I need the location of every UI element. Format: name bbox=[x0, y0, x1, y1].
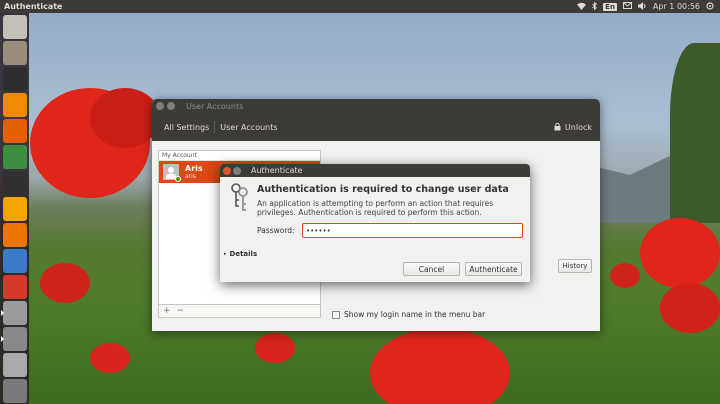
poppy-flower bbox=[255, 333, 295, 363]
volume-icon[interactable] bbox=[637, 1, 647, 12]
password-field[interactable] bbox=[302, 223, 523, 238]
show-login-name-option[interactable]: Show my login name in the menu bar bbox=[332, 310, 485, 319]
unlock-label: Unlock bbox=[564, 122, 592, 132]
blender-icon[interactable] bbox=[2, 223, 27, 247]
poppy-flower bbox=[40, 263, 90, 303]
tree-shape bbox=[670, 43, 720, 223]
poppy-flower bbox=[90, 88, 160, 148]
dash-home-icon[interactable] bbox=[2, 15, 27, 39]
audacity-icon[interactable] bbox=[2, 197, 27, 221]
window-title: User Accounts bbox=[186, 101, 244, 111]
breadcrumb-user-accounts: User Accounts bbox=[220, 122, 278, 132]
system-tray: En Apr 1 00:56 bbox=[577, 1, 720, 12]
trash-icon[interactable] bbox=[2, 379, 27, 403]
avatar bbox=[163, 164, 181, 182]
active-app-title: Authenticate bbox=[4, 2, 63, 11]
online-status-dot bbox=[175, 176, 181, 182]
keys-icon bbox=[228, 182, 250, 212]
firefox-icon[interactable] bbox=[2, 119, 27, 143]
unlock-button[interactable]: Unlock bbox=[554, 122, 592, 133]
files-icon[interactable] bbox=[2, 41, 27, 65]
add-user-button[interactable]: + bbox=[163, 306, 171, 316]
drive-icon[interactable] bbox=[2, 353, 27, 377]
list-controls: + − bbox=[158, 305, 321, 318]
user-name: Aris bbox=[185, 164, 203, 173]
remove-user-button[interactable]: − bbox=[177, 306, 185, 316]
details-label: Details bbox=[229, 250, 258, 258]
expander-arrow-icon: ▸ bbox=[224, 251, 227, 257]
password-label: Password: bbox=[257, 226, 295, 235]
toolbar-separator bbox=[214, 121, 216, 133]
terminal-icon[interactable] bbox=[2, 67, 27, 91]
poppy-flower bbox=[610, 263, 640, 288]
close-icon[interactable] bbox=[223, 166, 231, 175]
system-settings-icon[interactable] bbox=[2, 275, 27, 299]
list-header: My Account bbox=[159, 151, 320, 161]
window-toolbar: All Settings User Accounts Unlock bbox=[152, 113, 600, 141]
poppy-flower bbox=[640, 218, 720, 288]
all-settings-button[interactable]: All Settings bbox=[160, 123, 213, 132]
power-gear-icon[interactable] bbox=[706, 1, 714, 12]
lock-icon bbox=[554, 122, 561, 133]
authenticate-button[interactable]: Authenticate bbox=[465, 262, 522, 276]
authenticate-dialog: Authenticate Authentication is required … bbox=[220, 164, 530, 282]
user-accounts-icon[interactable] bbox=[0, 301, 27, 325]
dialog-titlebar: Authenticate bbox=[220, 164, 530, 177]
dialog-title: Authenticate bbox=[251, 166, 303, 175]
clock[interactable]: Apr 1 00:56 bbox=[653, 2, 700, 11]
show-login-name-checkbox[interactable] bbox=[332, 310, 340, 319]
auth-heading: Authentication is required to change use… bbox=[257, 184, 509, 195]
minimize-icon[interactable] bbox=[233, 166, 241, 175]
chrome-icon[interactable] bbox=[2, 145, 27, 169]
authenticate-icon[interactable] bbox=[0, 327, 27, 351]
poppy-flower bbox=[90, 343, 130, 373]
keyboard-layout-indicator[interactable]: En bbox=[603, 2, 617, 11]
launcher bbox=[0, 13, 29, 404]
window-titlebar: User Accounts bbox=[152, 99, 600, 113]
libreoffice-writer-icon[interactable] bbox=[2, 249, 27, 273]
minimize-icon[interactable] bbox=[167, 102, 175, 110]
top-panel: Authenticate En Apr 1 00:56 bbox=[0, 0, 720, 13]
poppy-flower bbox=[660, 283, 720, 333]
user-username: aris bbox=[185, 173, 196, 180]
show-login-name-label: Show my login name in the menu bar bbox=[344, 310, 486, 319]
kdenlive-icon[interactable] bbox=[2, 171, 27, 195]
auth-description: An application is attempting to perform … bbox=[257, 199, 494, 217]
history-button[interactable]: History bbox=[558, 259, 592, 273]
cancel-button[interactable]: Cancel bbox=[403, 262, 460, 276]
bluetooth-icon[interactable] bbox=[592, 1, 598, 12]
poppy-flower bbox=[370, 328, 510, 404]
vlc-icon[interactable] bbox=[2, 93, 27, 117]
details-expander[interactable]: ▸ Details bbox=[224, 250, 257, 258]
mail-icon[interactable] bbox=[622, 2, 632, 11]
network-icon[interactable] bbox=[577, 2, 587, 12]
close-icon[interactable] bbox=[156, 102, 164, 110]
